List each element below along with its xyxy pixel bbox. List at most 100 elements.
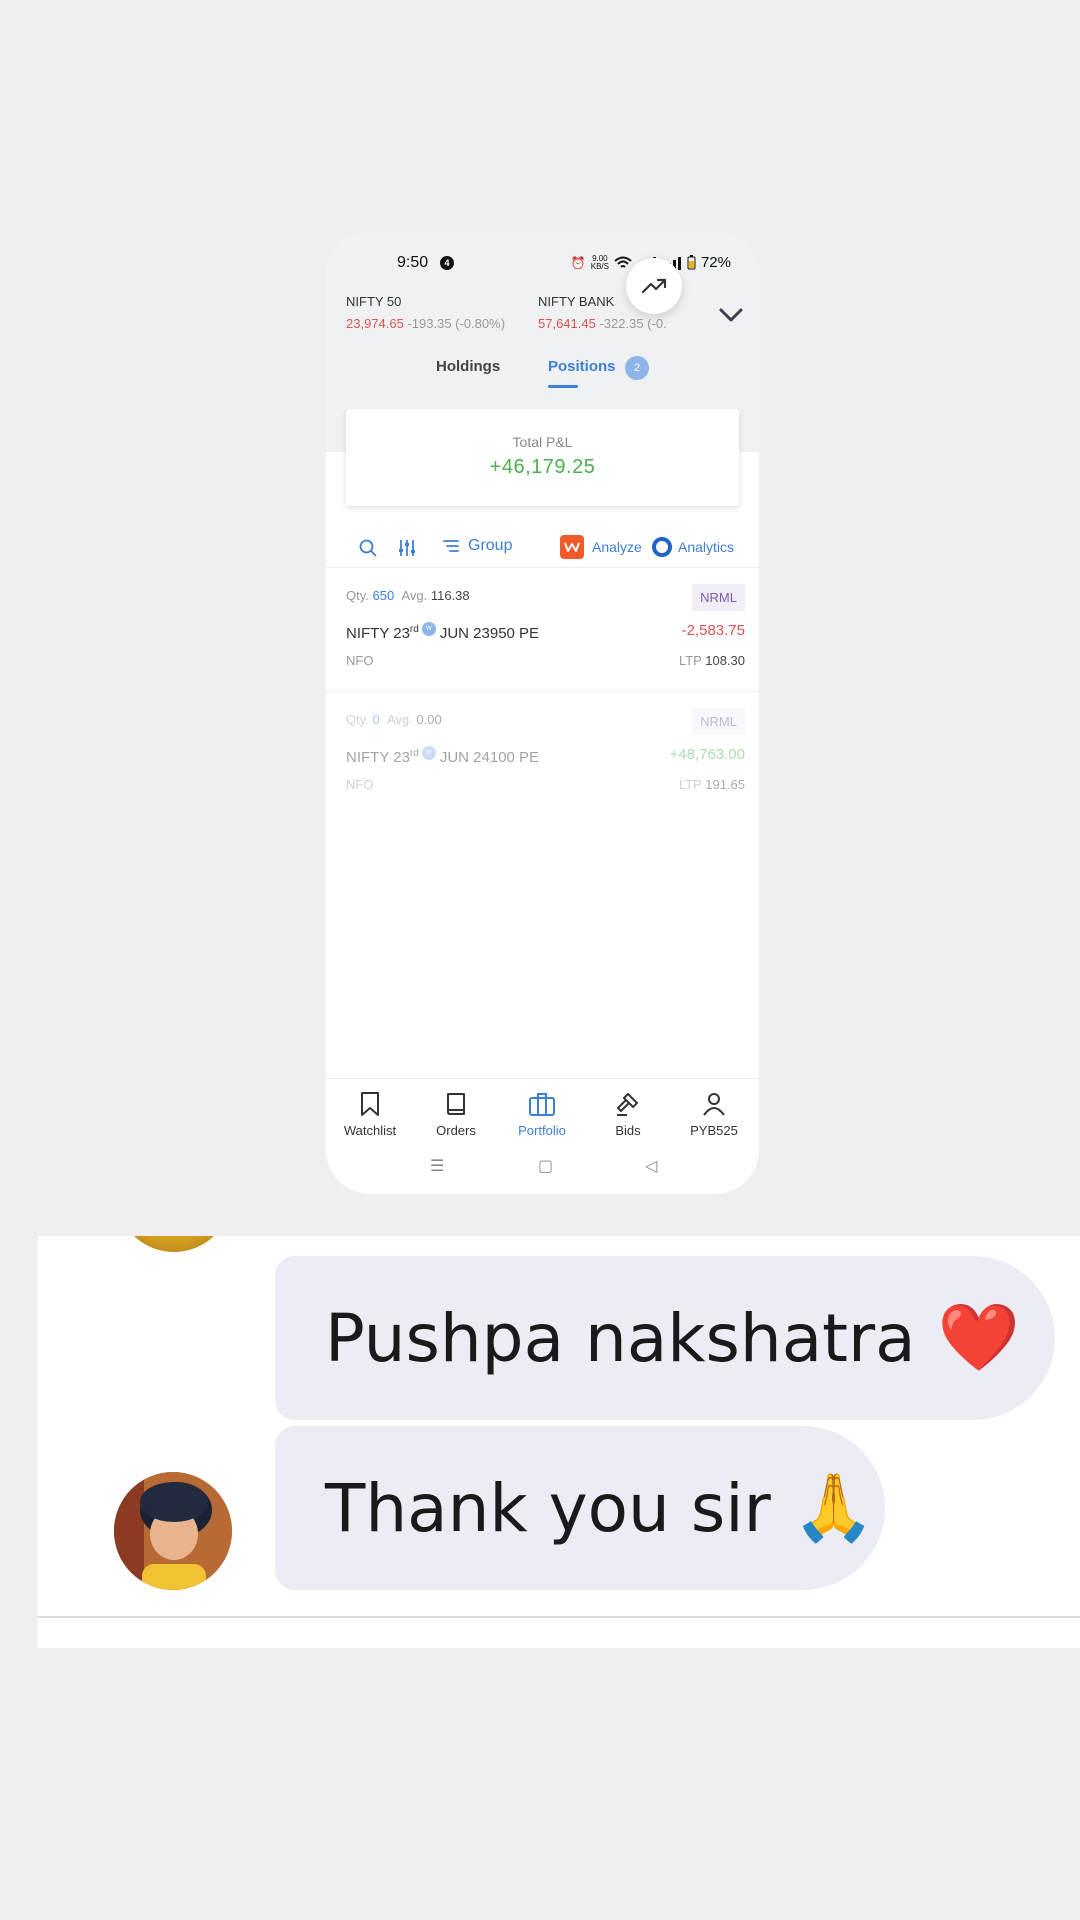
analytics-ring-icon xyxy=(652,537,672,557)
alarm-icon: ⏰ xyxy=(570,255,586,270)
total-pnl-card: Total P&L +46,179.25 xyxy=(346,409,739,506)
recents-menu-icon[interactable]: ☰ xyxy=(430,1156,444,1176)
nav-label: Orders xyxy=(436,1123,476,1138)
active-tab-indicator xyxy=(548,385,578,388)
symbol-sup: rd xyxy=(409,624,419,635)
analytics-label: Analytics xyxy=(678,539,735,555)
home-square-icon[interactable]: ▢ xyxy=(538,1156,553,1176)
tab-holdings[interactable]: Holdings xyxy=(436,358,500,375)
nav-watchlist[interactable]: Watchlist xyxy=(330,1091,410,1138)
analyze-label: Analyze xyxy=(592,539,642,555)
bottom-nav: Watchlist Orders Portfolio Bids PYB525 xyxy=(326,1078,759,1154)
filter-sliders-icon[interactable] xyxy=(397,538,417,558)
product-badge: NRML xyxy=(692,584,745,611)
index-change: -322.35 (-0. xyxy=(599,316,667,331)
battery-icon xyxy=(687,255,696,270)
total-pnl-label: Total P&L xyxy=(512,434,573,450)
position-pnl: +48,763.00 xyxy=(669,746,746,763)
product-badge: NRML xyxy=(692,708,745,735)
briefcase-icon xyxy=(529,1093,555,1116)
nav-label: Watchlist xyxy=(343,1123,397,1138)
positions-count-badge: 2 xyxy=(625,356,649,380)
chat-screenshot: Pushpa nakshatra ❤️ Thank you sir 🙏 xyxy=(38,1236,1080,1648)
avatar[interactable] xyxy=(114,1472,232,1590)
symbol-suffix: JUN 23950 PE xyxy=(439,625,540,642)
net-speed: 9.00 KB/S xyxy=(590,254,609,271)
ltp-value: 108.30 xyxy=(705,653,745,668)
position-exchange: NFO xyxy=(346,653,374,668)
wifi-icon xyxy=(614,256,632,268)
index-change: -193.35 (-0.80%) xyxy=(407,316,506,331)
position-pnl: -2,583.75 xyxy=(681,622,745,639)
chat-bubble[interactable]: Pushpa nakshatra ❤️ xyxy=(275,1256,1055,1420)
analyze-button[interactable]: Analyze xyxy=(560,535,642,559)
battery-percent: 72% xyxy=(700,254,731,271)
position-exchange: NFO xyxy=(346,777,374,792)
group-label: Group xyxy=(468,537,513,554)
nav-label: Bids xyxy=(615,1123,641,1138)
position-symbol: NIFTY 23rd W JUN 23950 PE xyxy=(346,622,539,642)
nav-orders[interactable]: Orders xyxy=(416,1091,496,1138)
positions-toolbar: Group Analyze Analytics xyxy=(326,525,759,571)
back-triangle-icon[interactable]: ◁ xyxy=(645,1156,657,1176)
index-name: NIFTY BANK xyxy=(538,294,615,309)
ltp-value: 191.65 xyxy=(705,777,745,792)
avg-value: 116.38 xyxy=(430,588,470,603)
index-name: NIFTY 50 xyxy=(346,294,402,309)
broker-app-screenshot: 9:50 4 ⏰ 9.00 KB/S 72% NIFTY 50 23,974.6… xyxy=(326,232,759,1194)
qty-label: Qty. xyxy=(346,588,369,603)
heart-icon: ❤️ xyxy=(937,1299,1020,1376)
status-bar: 9:50 4 ⏰ 9.00 KB/S 72% xyxy=(326,254,759,284)
weekly-expiry-badge: W xyxy=(421,746,436,760)
user-icon xyxy=(703,1093,725,1116)
position-qty-line: Qty. 0 Avg. 0.00 xyxy=(346,712,442,727)
book-icon xyxy=(447,1093,465,1115)
nav-label: Portfolio xyxy=(518,1123,566,1138)
ltp-label: LTP xyxy=(678,653,702,668)
position-row[interactable]: Qty. 650 Avg. 116.38 NRML NIFTY 23rd W JUN… xyxy=(326,568,759,688)
symbol-prefix: NIFTY 23 xyxy=(346,749,410,766)
message-text: Thank you sir xyxy=(325,1469,771,1547)
portfolio-tabs: Holdings Positions 2 xyxy=(326,352,759,392)
qty-value: 650 xyxy=(372,588,395,603)
system-nav-bar: ☰ ▢ ◁ xyxy=(326,1152,759,1182)
chevron-down-icon[interactable] xyxy=(716,300,746,330)
nav-bids[interactable]: Bids xyxy=(588,1091,668,1138)
analyze-logo-icon xyxy=(560,535,584,559)
index-price: 57,641.45 xyxy=(538,316,596,331)
weekly-expiry-badge: W xyxy=(421,622,436,636)
status-time: 9:50 xyxy=(397,254,429,271)
trending-up-icon xyxy=(641,278,667,294)
net-speed-unit: KB/S xyxy=(590,261,609,271)
avg-label: Avg. xyxy=(401,588,428,603)
position-ltp-line: LTP 108.30 xyxy=(679,653,745,668)
index-nifty50[interactable]: NIFTY 50 23,974.65 -193.35 (-0.80%) xyxy=(346,294,505,331)
qty-value: 0 xyxy=(372,712,380,727)
total-pnl-value: +46,179.25 xyxy=(489,456,596,478)
nav-label: PYB525 xyxy=(690,1123,738,1138)
nav-account[interactable]: PYB525 xyxy=(674,1091,754,1138)
tab-positions[interactable]: Positions xyxy=(548,358,616,375)
avg-value: 0.00 xyxy=(416,712,442,727)
ltp-label: LTP xyxy=(678,777,702,792)
group-button[interactable]: Group xyxy=(442,537,512,555)
analytics-button[interactable]: Analytics xyxy=(652,537,734,557)
position-symbol: NIFTY 23rd W JUN 24100 PE xyxy=(346,746,539,766)
index-price: 23,974.65 xyxy=(346,316,404,331)
search-icon[interactable] xyxy=(359,539,377,557)
position-ltp-line: LTP 191.65 xyxy=(679,777,745,792)
gavel-icon xyxy=(617,1093,638,1116)
notification-count-badge: 4 xyxy=(440,256,454,270)
chat-bubble[interactable]: Thank you sir 🙏 xyxy=(275,1426,885,1590)
symbol-sup: rd xyxy=(409,748,419,759)
group-list-icon xyxy=(443,540,459,552)
nav-portfolio[interactable]: Portfolio xyxy=(502,1091,582,1138)
avg-label: Avg. xyxy=(386,712,413,727)
avatar xyxy=(116,1236,232,1252)
position-row[interactable]: Qty. 0 Avg. 0.00 NRML NIFTY 23rd W JUN 241… xyxy=(326,692,759,812)
symbol-prefix: NIFTY 23 xyxy=(346,625,410,642)
folded-hands-icon: 🙏 xyxy=(792,1469,875,1546)
message-text: Pushpa nakshatra xyxy=(325,1299,916,1377)
bookmark-icon xyxy=(361,1092,379,1116)
index-niftybank[interactable]: NIFTY BANK 57,641.45 -322.35 (-0. xyxy=(538,294,688,331)
